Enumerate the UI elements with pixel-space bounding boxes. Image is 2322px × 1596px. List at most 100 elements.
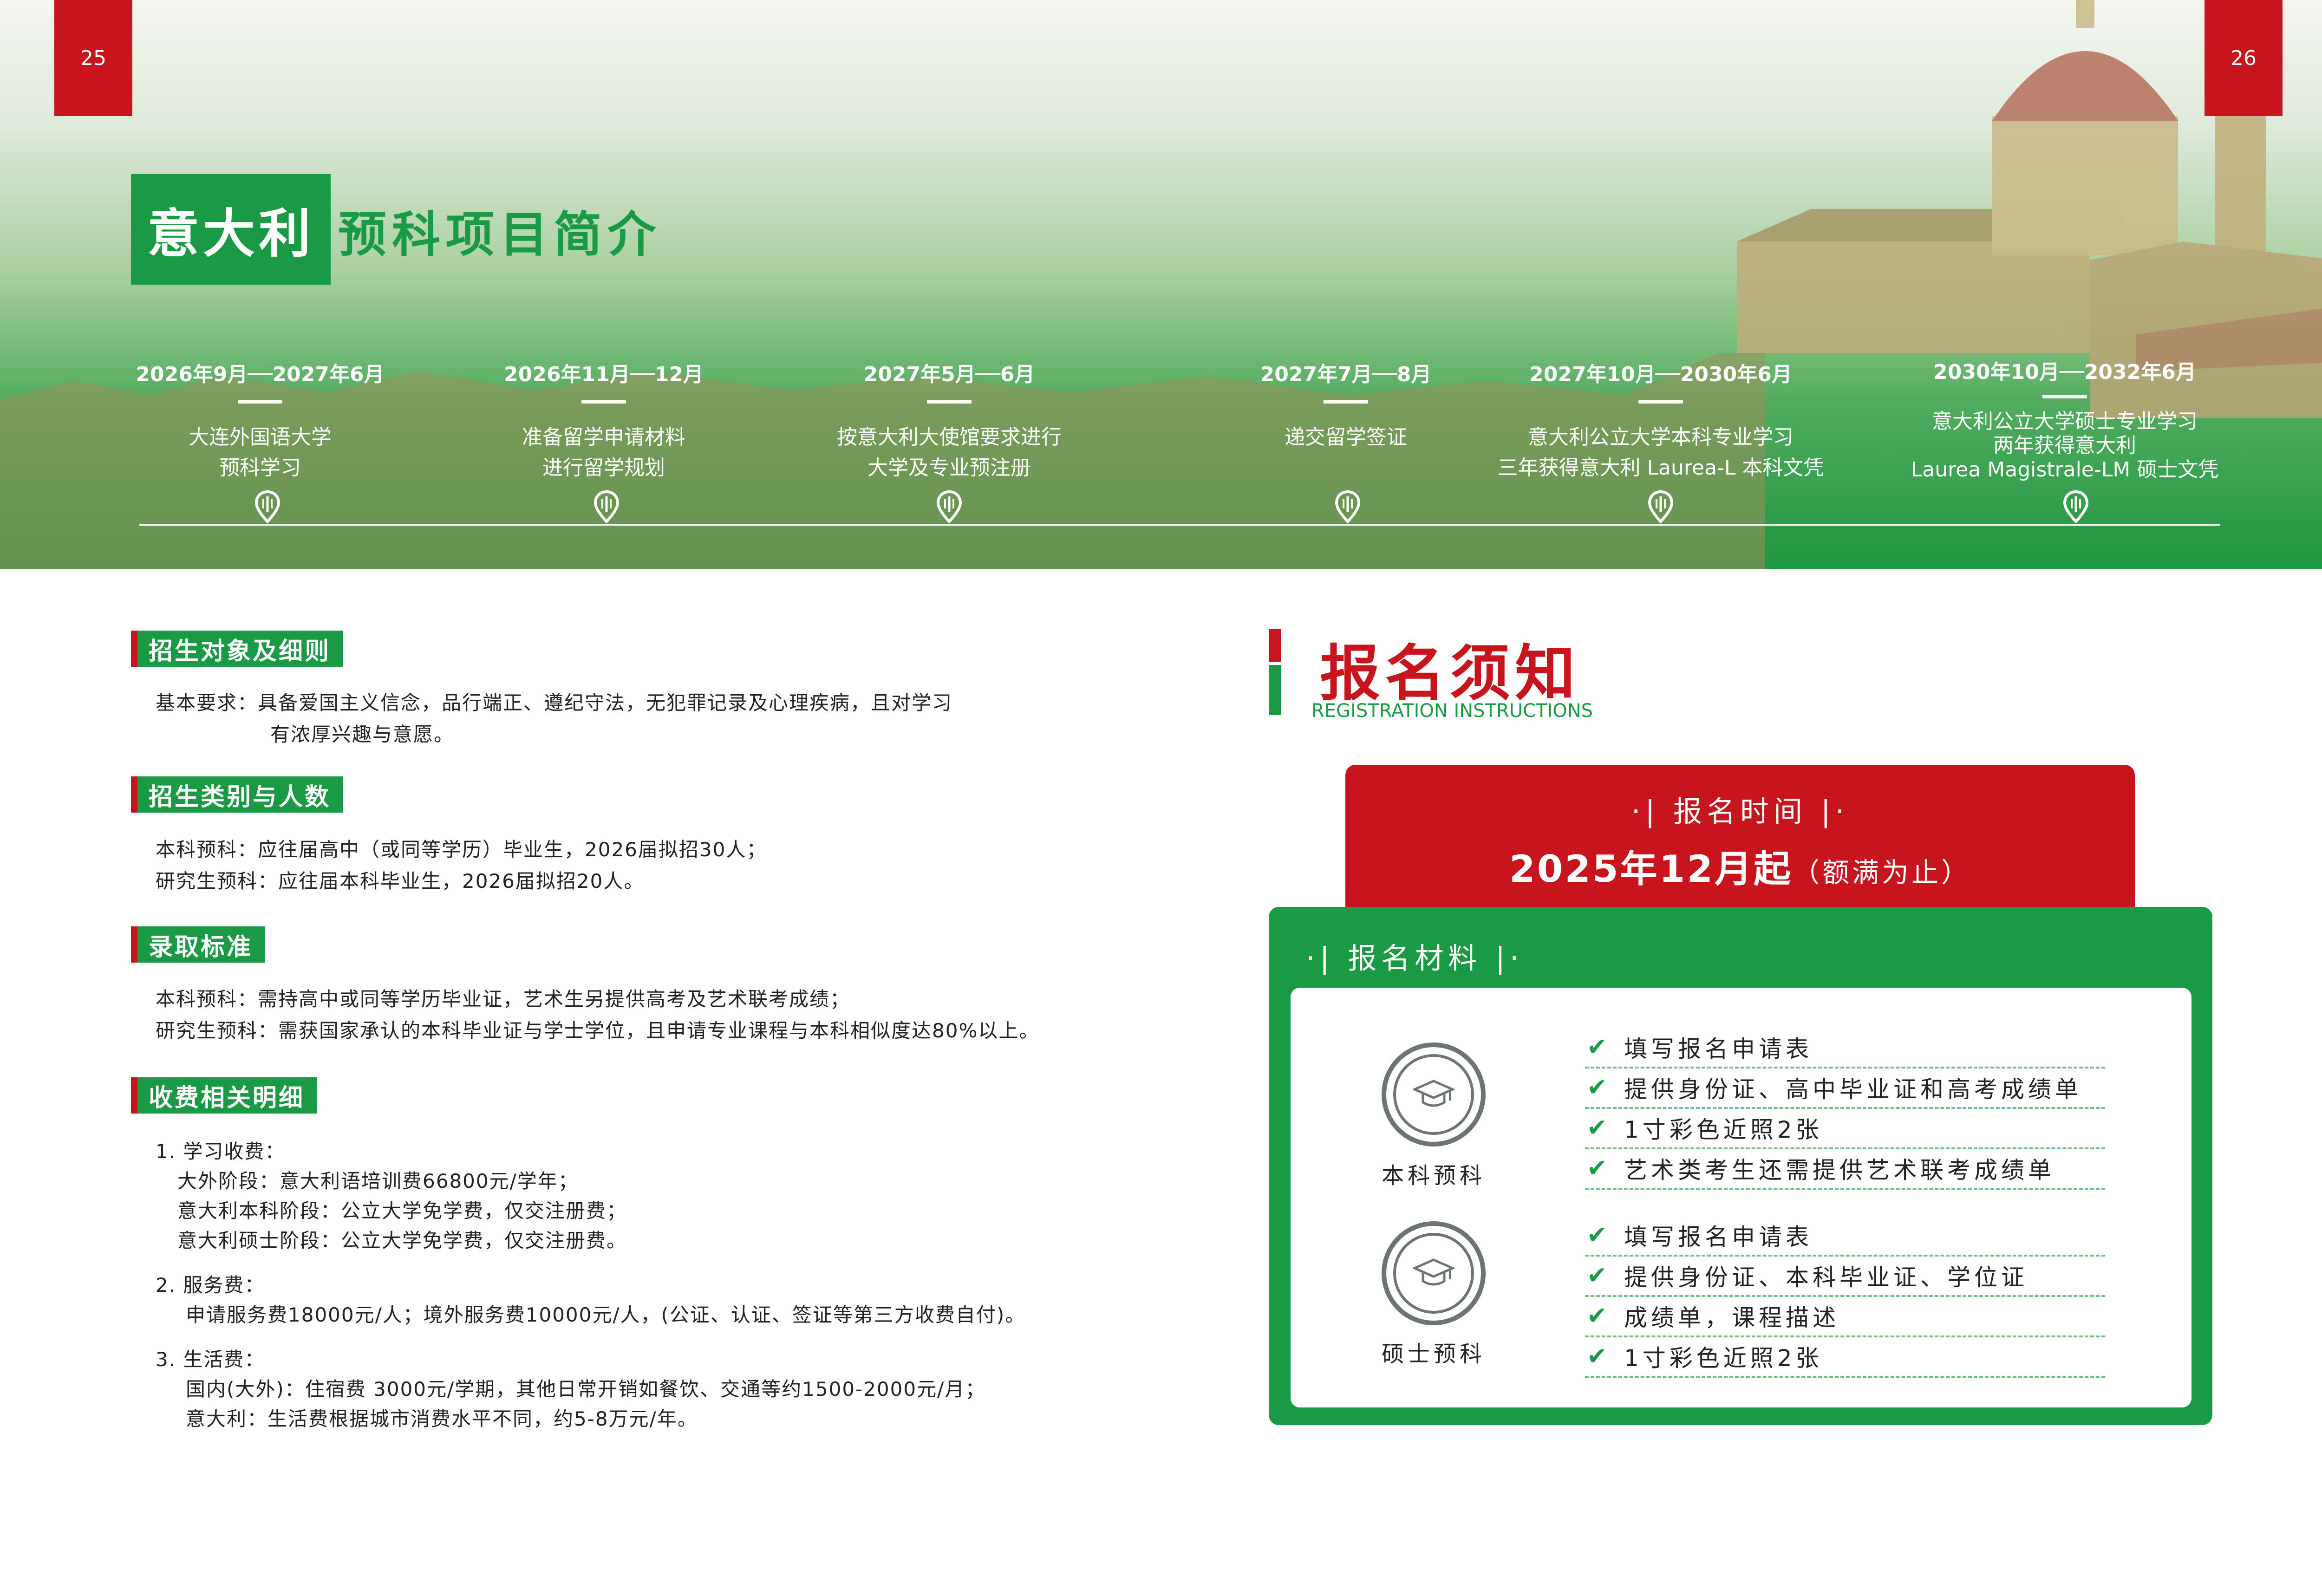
- graduation-cap-ring: [1393, 1233, 1474, 1314]
- graduation-cap-badge: [1382, 1221, 1486, 1325]
- timeline-desc: 进行留学规划: [542, 456, 665, 480]
- group-label-undergrad: 本科预科: [1381, 1163, 1486, 1189]
- timeline-date: 2026年9月──2027年6月: [136, 363, 385, 386]
- material-item: ✔ 1寸彩色近照2张: [1585, 1108, 2105, 1149]
- registration-subtitle: REGISTRATION INSTRUCTIONS: [1311, 700, 1593, 722]
- check-icon: ✔: [1587, 1262, 1607, 1290]
- material-item: ✔ 1寸彩色近照2张: [1585, 1337, 2105, 1378]
- section-title: 招生对象及细则: [137, 631, 343, 667]
- section-text: 有浓厚兴趣与意愿。: [270, 723, 455, 746]
- material-item: ✔ 成绩单，课程描述: [1585, 1296, 2105, 1337]
- registration-note: （额满为止）: [1792, 857, 1971, 888]
- page-number-left: 25: [54, 0, 132, 116]
- fee-heading: 3. 生活费：: [156, 1348, 265, 1371]
- timeline-item: 2030年10月──2032年6月 意大利公立大学硕士专业学习 两年获得意大利 …: [1888, 355, 2241, 482]
- timeline-dash: [2042, 395, 2087, 398]
- section-header-fees: 收费相关明细: [131, 1077, 317, 1114]
- section-accent: [131, 776, 137, 813]
- header-banner: [0, 0, 2322, 569]
- section-header-admission: 录取标准: [131, 926, 265, 963]
- graduation-cap-icon: [1413, 1258, 1455, 1286]
- title-rest: 预科项目简介: [338, 206, 662, 263]
- timeline-date: 2026年11月──12月: [504, 363, 704, 386]
- location-pin-icon: [254, 490, 280, 523]
- timeline-desc: 大学及专业预注册: [867, 456, 1031, 480]
- fee-line: 意大利本科阶段：公立大学免学费，仅交注册费；: [177, 1199, 627, 1222]
- timeline-desc: 按意大利大使馆要求进行: [837, 425, 1062, 449]
- registration-time-card: ·| 报名时间 |· 2025年12月起（额满为止）: [1345, 765, 2135, 923]
- timeline-date: 2027年5月──6月: [863, 363, 1035, 386]
- section-header-enrollment: 招生对象及细则: [131, 631, 343, 667]
- fee-heading: 2. 服务费：: [156, 1274, 265, 1296]
- registration-time-label: ·| 报名时间 |·: [1631, 795, 1849, 828]
- section-title: 收费相关明细: [137, 1077, 317, 1114]
- registration-title: 报名须知: [1320, 638, 1580, 709]
- registration-time-value: 2025年12月起（额满为止）: [1345, 839, 2135, 893]
- florence-skyline-image: [0, 0, 2322, 569]
- timeline-desc: 意大利公立大学硕士专业学习: [1932, 410, 2198, 433]
- graduation-cap-icon: [1413, 1080, 1455, 1107]
- check-icon: ✔: [1587, 1221, 1607, 1249]
- fee-line: 申请服务费18000元/人；境外服务费10000元/人，(公证、认证、签证等第三…: [186, 1303, 1026, 1326]
- material-item: ✔ 提供身份证、本科毕业证、学位证: [1585, 1256, 2105, 1297]
- timeline-dash: [1324, 400, 1368, 404]
- check-icon: ✔: [1587, 1114, 1607, 1142]
- timeline-item: 2026年9月──2027年6月 大连外国语大学 预科学习: [84, 358, 437, 483]
- fee-line: 大外阶段：意大利语培训费66800元/学年；: [177, 1170, 579, 1192]
- section-text: 研究生预科：应往届本科毕业生，2026届拟招20人。: [156, 870, 645, 892]
- section-accent: [131, 631, 137, 667]
- timeline-date: 2027年7月──8月: [1260, 363, 1432, 386]
- section-text: 研究生预科：需获国家承认的本科毕业证与学士学位，且申请专业课程与本科相似度达80…: [156, 1019, 1040, 1042]
- fee-line: 意大利：生活费根据城市消费水平不同，约5-8万元/年。: [186, 1407, 698, 1430]
- section-header-quota: 招生类别与人数: [131, 776, 343, 813]
- material-item: ✔ 艺术类考生还需提供艺术联考成绩单: [1585, 1149, 2105, 1190]
- timeline-desc: Laurea Magistrale-LM 硕士文凭: [1911, 458, 2219, 482]
- check-icon: ✔: [1587, 1302, 1607, 1330]
- timeline-date: 2027年10月──2030年6月: [1529, 363, 1792, 386]
- group-label-master: 硕士预科: [1381, 1341, 1486, 1367]
- timeline-item: 2026年11月──12月 准备留学申请材料 进行留学规划: [427, 358, 780, 483]
- title-highlight: 意大利: [131, 174, 331, 285]
- location-pin-icon: [936, 490, 962, 523]
- timeline-desc: 两年获得意大利: [1993, 434, 2136, 457]
- location-pin-icon: [1648, 490, 1674, 523]
- timeline-dash: [581, 400, 626, 404]
- timeline-desc: 大连外国语大学: [189, 425, 332, 449]
- fee-line: 意大利硕士阶段：公立大学免学费，仅交注册费。: [177, 1229, 627, 1252]
- title-accent-green: [1269, 665, 1281, 715]
- timeline-dash: [238, 400, 282, 404]
- graduation-cap-badge: [1382, 1042, 1486, 1147]
- material-item: ✔ 填写报名申请表: [1585, 1216, 2105, 1257]
- title-accent-red: [1269, 629, 1281, 662]
- timeline-desc: 准备留学申请材料: [522, 425, 685, 449]
- material-item: ✔ 提供身份证、高中毕业证和高考成绩单: [1585, 1068, 2105, 1109]
- fee-heading: 1. 学习收费：: [156, 1140, 286, 1163]
- material-item: ✔ 填写报名申请表: [1585, 1028, 2105, 1068]
- timeline-desc: 预科学习: [219, 456, 301, 480]
- location-pin-icon: [594, 490, 620, 523]
- fee-line: 国内(大外)：住宿费 3000元/学期，其他日常开销如餐饮、交通等约1500-2…: [186, 1378, 986, 1401]
- timeline-date: 2030年10月──2032年6月: [1933, 360, 2196, 384]
- check-icon: ✔: [1587, 1342, 1607, 1370]
- section-text: 本科预科：应往届高中（或同等学历）毕业生，2026届拟招30人；: [156, 838, 767, 861]
- timeline-item: 2027年5月──6月 按意大利大使馆要求进行 大学及专业预注册: [773, 358, 1126, 483]
- check-icon: ✔: [1587, 1154, 1607, 1182]
- section-title: 招生类别与人数: [137, 776, 343, 813]
- registration-date: 2025年12月起: [1509, 847, 1793, 891]
- timeline-desc: 意大利公立大学本科专业学习: [1528, 425, 1794, 449]
- timeline-desc: 三年获得意大利 Laurea-L 本科文凭: [1497, 456, 1824, 480]
- timeline-desc: 递交留学签证: [1285, 425, 1407, 449]
- section-text: 本科预科：需持高中或同等学历毕业证，艺术生另提供高考及艺术联考成绩；: [156, 988, 851, 1010]
- check-icon: ✔: [1587, 1033, 1607, 1061]
- timeline-line: [139, 524, 2220, 526]
- graduation-cap-ring: [1393, 1054, 1474, 1135]
- timeline-dash: [1638, 400, 1683, 404]
- location-pin-icon: [2063, 490, 2089, 523]
- timeline-item: 2027年10月──2030年6月 意大利公立大学本科专业学习 三年获得意大利 …: [1484, 358, 1837, 483]
- materials-label: ·| 报名材料 |·: [1306, 941, 1524, 975]
- check-icon: ✔: [1587, 1074, 1607, 1101]
- location-pin-icon: [1335, 490, 1361, 523]
- timeline-item: 2027年7月──8月 递交留学签证: [1169, 358, 1522, 453]
- section-title: 录取标准: [137, 926, 265, 963]
- timeline-dash: [927, 400, 972, 404]
